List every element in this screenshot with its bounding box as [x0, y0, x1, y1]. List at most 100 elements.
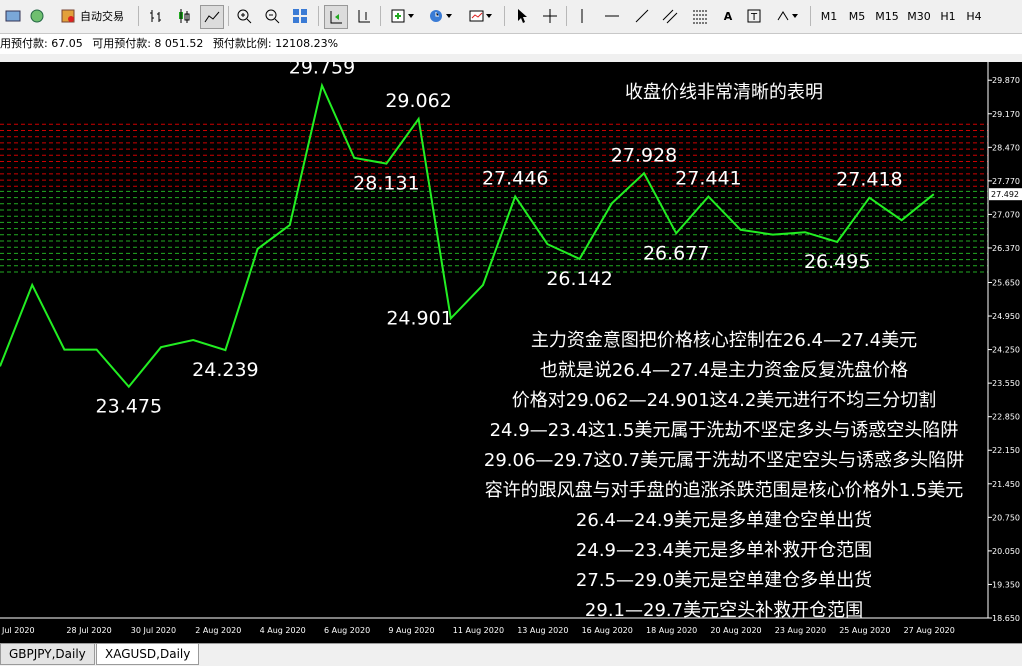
chart-title: 收盘价线非常清晰的表明: [625, 82, 823, 103]
price-tick-label: 21.450: [992, 480, 1020, 489]
trendline-icon[interactable]: [632, 5, 652, 27]
autotrade-icon: [61, 9, 75, 23]
price-tick-label: 26.370: [992, 244, 1020, 253]
vertical-line-icon[interactable]: [572, 5, 592, 27]
annotation-text: 容许的跟风盘与对手盘的追涨杀跌范围是核心价格外1.5美元: [485, 480, 964, 501]
bar-chart-icon[interactable]: [146, 5, 166, 27]
chart-tabs: GBPJPY,Daily XAGUSD,Daily: [0, 643, 1022, 666]
time-tick-label: Jul 2020: [1, 626, 35, 635]
price-tick-label: 24.950: [992, 312, 1020, 321]
zoom-out-icon[interactable]: [262, 5, 282, 27]
current-price-label: 27.492: [991, 190, 1019, 199]
time-tick-label: 27 Aug 2020: [904, 626, 955, 635]
text-tool-icon[interactable]: A: [718, 5, 738, 27]
price-label: 24.239: [192, 359, 258, 381]
timeframe-m30[interactable]: M30: [904, 5, 934, 27]
price-label: 26.142: [546, 268, 612, 290]
annotation-text: 24.9—23.4美元是多单补救开仓范围: [576, 540, 872, 561]
time-tick-label: 13 Aug 2020: [517, 626, 568, 635]
time-tick-label: 23 Aug 2020: [775, 626, 826, 635]
price-tick-label: 18.650: [992, 614, 1020, 623]
templates-icon[interactable]: [466, 5, 496, 27]
crosshair-icon[interactable]: [540, 5, 560, 27]
time-tick-label: 18 Aug 2020: [646, 626, 697, 635]
time-tick-label: 4 Aug 2020: [260, 626, 306, 635]
line-chart-icon[interactable]: [200, 5, 224, 29]
candlestick-icon[interactable]: [174, 5, 194, 27]
timeframe-m15[interactable]: M15: [872, 5, 902, 27]
price-tick-label: 24.250: [992, 346, 1020, 355]
price-tick-label: 23.550: [992, 379, 1020, 388]
price-tick-label: 28.470: [992, 143, 1020, 152]
price-chart[interactable]: 29.870 29.170 28.470 27.770 27.070 26.370 25.6…: [0, 57, 1022, 644]
text-label-icon[interactable]: T: [744, 5, 764, 27]
chart-canvas[interactable]: 29.870 29.170 28.470 27.770 27.070 26.370 25.6…: [0, 57, 1022, 644]
price-label: 23.475: [96, 396, 162, 418]
price-tick-label: 20.750: [992, 513, 1020, 522]
price-label: 27.928: [611, 144, 677, 166]
price-label: 29.759: [289, 62, 355, 79]
indicators-icon[interactable]: [388, 5, 418, 27]
price-tick-label: 29.170: [992, 110, 1020, 119]
time-tick-label: 9 Aug 2020: [388, 626, 434, 635]
price-label: 28.131: [353, 173, 419, 195]
annotation-text: 26.4—24.9美元是多单建仓空单出货: [576, 510, 872, 531]
tab-xagusd[interactable]: XAGUSD,Daily: [96, 644, 200, 665]
zoom-in-icon[interactable]: [234, 5, 254, 27]
autoscroll-icon[interactable]: [324, 5, 348, 29]
chart-icon[interactable]: [4, 5, 22, 27]
main-toolbar: 自动交易 A T M1 M5 M15 M30 H1 H4: [0, 0, 1022, 34]
margin-level: 预付款比例: 12108.23%: [212, 37, 339, 50]
timeframe-h1[interactable]: H1: [936, 5, 960, 27]
time-tick-label: 30 Jul 2020: [131, 626, 176, 635]
price-tick-label: 27.770: [992, 177, 1020, 186]
price-label: 27.418: [836, 169, 902, 191]
annotation-text: 24.9—23.4这1.5美元属于洗劫不坚定多头与诱惑空头陷阱: [490, 420, 959, 441]
price-label: 24.901: [386, 307, 452, 329]
periods-icon[interactable]: [426, 5, 456, 27]
annotation-text: 主力资金意图把价格核心控制在26.4—27.4美元: [531, 330, 917, 351]
used-margin: 用预付款: 67.05: [0, 37, 83, 50]
annotation-text: 也就是说26.4—27.4是主力资金反复洗盘价格: [540, 360, 908, 381]
time-tick-label: 28 Jul 2020: [66, 626, 111, 635]
tab-gbpjpy[interactable]: GBPJPY,Daily: [0, 644, 95, 665]
time-tick-label: 11 Aug 2020: [453, 626, 504, 635]
price-tick-label: 20.050: [992, 547, 1020, 556]
price-label: 29.062: [385, 90, 451, 112]
timeframe-h4[interactable]: H4: [962, 5, 986, 27]
timeframe-m1[interactable]: M1: [816, 5, 842, 27]
price-label: 26.677: [643, 242, 709, 264]
tile-windows-icon[interactable]: [290, 5, 310, 27]
account-status-bar: 用预付款: 67.05 可用预付款: 8 051.52 预付款比例: 12108…: [0, 34, 1022, 54]
autotrade-button[interactable]: 自动交易: [54, 5, 130, 27]
market-watch-icon[interactable]: [28, 5, 46, 27]
price-label: 27.441: [675, 168, 741, 190]
time-tick-label: 6 Aug 2020: [324, 626, 370, 635]
arrows-icon[interactable]: [772, 5, 802, 27]
channel-icon[interactable]: [660, 5, 680, 27]
annotation-text: 27.5—29.0美元是空单建仓多单出货: [576, 570, 872, 591]
timeframe-m5[interactable]: M5: [844, 5, 870, 27]
free-margin: 可用预付款: 8 051.52: [92, 37, 204, 50]
price-tick-label: 19.350: [992, 580, 1020, 589]
price-tick-label: 29.870: [992, 76, 1020, 85]
time-tick-label: 20 Aug 2020: [710, 626, 761, 635]
price-tick-label: 25.650: [992, 278, 1020, 287]
time-tick-label: 25 Aug 2020: [839, 626, 890, 635]
horizontal-line-icon[interactable]: [602, 5, 622, 27]
annotation-text: 价格对29.062—24.901这4.2美元进行不均三分切割: [512, 390, 937, 411]
price-label: 27.446: [482, 167, 548, 189]
autotrade-label: 自动交易: [80, 10, 124, 23]
chart-shift-icon[interactable]: [354, 5, 374, 27]
cursor-icon[interactable]: [512, 5, 532, 27]
time-tick-label: 16 Aug 2020: [582, 626, 633, 635]
fibonacci-icon[interactable]: [690, 5, 710, 27]
price-label: 26.495: [804, 251, 870, 273]
price-tick-label: 22.850: [992, 413, 1020, 422]
svg-text:T: T: [750, 12, 758, 23]
annotation-text: 29.1—29.7美元空头补救开仓范围: [585, 600, 863, 621]
time-tick-label: 2 Aug 2020: [195, 626, 241, 635]
annotation-text: 29.06—29.7这0.7美元属于洗劫不坚定空头与诱惑多头陷阱: [484, 450, 964, 471]
price-tick-label: 27.070: [992, 210, 1020, 219]
price-tick-label: 22.150: [992, 446, 1020, 455]
